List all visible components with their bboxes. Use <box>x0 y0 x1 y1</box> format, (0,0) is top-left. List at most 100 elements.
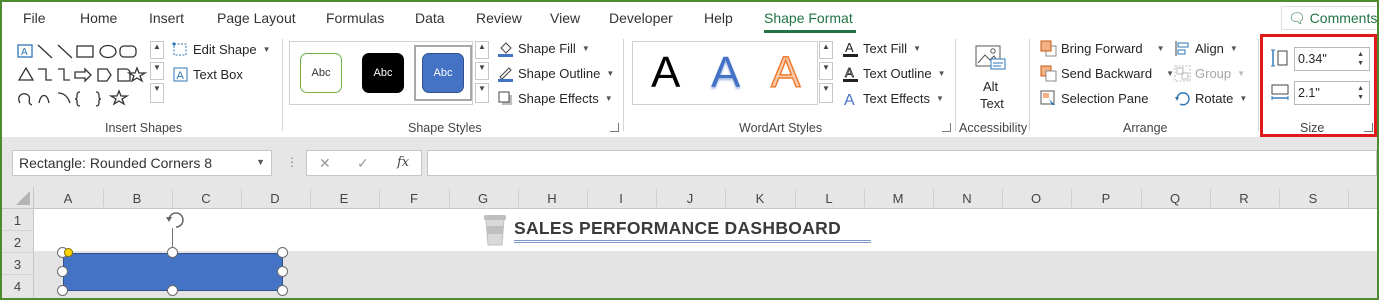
resize-handle-top[interactable] <box>167 247 178 258</box>
tab-file[interactable]: File <box>23 10 46 26</box>
shapes-gallery[interactable]: A <box>14 41 150 107</box>
column-header-n[interactable]: N <box>957 191 977 206</box>
wordart-scroll-up[interactable]: ▲ <box>819 41 833 59</box>
wordart-styles-launcher-icon[interactable] <box>942 123 951 132</box>
wordart-style-blue[interactable]: A <box>711 48 740 98</box>
spin-down-icon[interactable]: ▼ <box>1357 60 1364 68</box>
svg-text:A: A <box>177 70 185 82</box>
column-header-q[interactable]: Q <box>1165 191 1185 206</box>
tab-help[interactable]: Help <box>704 10 733 26</box>
enter-icon[interactable]: ✓ <box>357 155 369 172</box>
tab-formulas[interactable]: Formulas <box>326 10 384 26</box>
shapes-scroll-down[interactable]: ▼ <box>150 62 164 80</box>
text-box-button[interactable]: A Text Box <box>172 66 243 83</box>
text-fill-button[interactable]: A Text Fill ▼ <box>842 40 921 57</box>
bring-forward-icon <box>1040 40 1057 57</box>
drag-handle-icon[interactable]: ⋮ <box>286 155 298 169</box>
shapes-scroll-up[interactable]: ▲ <box>150 41 164 59</box>
rotate-button[interactable]: Rotate ▼ <box>1174 90 1247 107</box>
style-swatch-blue[interactable]: Abc <box>422 53 464 93</box>
column-header-k[interactable]: K <box>750 191 770 206</box>
styles-scroll-up[interactable]: ▲ <box>475 41 489 59</box>
comments-button[interactable]: 🗨 Comments <box>1281 6 1377 30</box>
shape-styles-gallery[interactable]: Abc Abc Abc <box>289 41 473 105</box>
row-header-1[interactable]: 1 <box>2 209 34 231</box>
wordart-gallery[interactable]: A A A <box>632 41 818 105</box>
send-backward-button[interactable]: Send Backward ▼ <box>1040 65 1174 82</box>
chevron-down-icon[interactable]: ▼ <box>256 157 265 167</box>
tab-page-layout[interactable]: Page Layout <box>217 10 296 26</box>
resize-handle-left[interactable] <box>57 266 68 277</box>
text-outline-button[interactable]: A Text Outline ▼ <box>842 65 946 82</box>
adjust-corner-handle[interactable] <box>64 248 73 257</box>
coffee-cup-icon <box>483 213 507 250</box>
shape-height-input[interactable]: 0.34" ▲ ▼ <box>1294 47 1370 71</box>
select-all-corner[interactable] <box>2 187 34 208</box>
cancel-icon[interactable]: ✕ <box>319 155 331 172</box>
tab-shape-format[interactable]: Shape Format <box>764 10 853 26</box>
dashboard-title[interactable]: SALES PERFORMANCE DASHBOARD <box>514 218 841 239</box>
row-header-4[interactable]: 4 <box>2 275 34 298</box>
style-swatch-outline[interactable]: Abc <box>300 53 342 93</box>
spin-down-icon[interactable]: ▼ <box>1357 94 1364 102</box>
wordart-style-black[interactable]: A <box>651 48 680 98</box>
shapes-more[interactable]: ▼ <box>150 83 164 103</box>
column-header-h[interactable]: H <box>542 191 562 206</box>
shape-fill-button[interactable]: Shape Fill ▼ <box>497 40 590 57</box>
formula-input[interactable] <box>427 150 1377 176</box>
column-header-e[interactable]: E <box>334 191 354 206</box>
selection-pane-button[interactable]: Selection Pane <box>1040 90 1148 107</box>
column-header-p[interactable]: P <box>1096 191 1116 206</box>
shape-outline-button[interactable]: Shape Outline ▼ <box>497 65 614 82</box>
size-launcher-icon[interactable] <box>1364 123 1373 132</box>
tab-data[interactable]: Data <box>415 10 445 26</box>
spin-up-icon[interactable]: ▲ <box>1357 85 1364 93</box>
resize-handle-bottom[interactable] <box>167 285 178 296</box>
row-header-3[interactable]: 3 <box>2 253 34 275</box>
shape-styles-launcher-icon[interactable] <box>610 123 619 132</box>
tab-insert[interactable]: Insert <box>149 10 184 26</box>
tab-home[interactable]: Home <box>80 10 117 26</box>
column-header-s[interactable]: S <box>1303 191 1323 206</box>
column-header-r[interactable]: R <box>1234 191 1254 206</box>
tab-view[interactable]: View <box>550 10 580 26</box>
column-header-c[interactable]: C <box>196 191 216 206</box>
resize-handle-right[interactable] <box>277 266 288 277</box>
resize-handle-bottom-right[interactable] <box>277 285 288 296</box>
shape-effects-button[interactable]: Shape Effects ▼ <box>497 90 613 107</box>
align-button[interactable]: Align ▼ <box>1174 40 1238 57</box>
text-effects-button[interactable]: A Text Effects ▼ <box>842 90 944 109</box>
group-divider <box>623 39 624 131</box>
column-divider <box>1002 189 1003 207</box>
alt-text-button[interactable]: Alt Text <box>970 39 1014 113</box>
column-header-g[interactable]: G <box>473 191 493 206</box>
column-header-a[interactable]: A <box>58 191 78 206</box>
column-header-d[interactable]: D <box>265 191 285 206</box>
column-header-b[interactable]: B <box>127 191 147 206</box>
edit-shape-button[interactable]: Edit Shape ▼ <box>172 41 271 58</box>
style-swatch-black[interactable]: Abc <box>362 53 404 93</box>
rotate-handle-icon[interactable] <box>162 207 188 234</box>
column-header-i[interactable]: I <box>611 191 631 206</box>
wordart-scroll-down[interactable]: ▼ <box>819 62 833 80</box>
group-button[interactable]: Group ▼ <box>1174 65 1245 82</box>
shape-width-input[interactable]: 2.1" ▲ ▼ <box>1294 81 1370 105</box>
column-header-m[interactable]: M <box>888 191 908 206</box>
wordart-more[interactable]: ▼ <box>819 83 833 103</box>
styles-more[interactable]: ▼ <box>475 83 489 103</box>
wordart-style-orange[interactable]: A <box>770 47 801 98</box>
column-header-o[interactable]: O <box>1026 191 1046 206</box>
styles-scroll-down[interactable]: ▼ <box>475 62 489 80</box>
name-box[interactable]: Rectangle: Rounded Corners 8 ▼ <box>12 150 272 176</box>
bring-forward-button[interactable]: Bring Forward ▼ <box>1040 40 1165 57</box>
spin-up-icon[interactable]: ▲ <box>1357 51 1364 59</box>
insert-function-icon[interactable]: fx <box>397 155 409 170</box>
resize-handle-top-right[interactable] <box>277 247 288 258</box>
column-header-f[interactable]: F <box>404 191 424 206</box>
tab-review[interactable]: Review <box>476 10 522 26</box>
column-header-l[interactable]: L <box>819 191 839 206</box>
row-header-2[interactable]: 2 <box>2 231 34 253</box>
column-header-j[interactable]: J <box>680 191 700 206</box>
resize-handle-bottom-left[interactable] <box>57 285 68 296</box>
tab-developer[interactable]: Developer <box>609 10 673 26</box>
